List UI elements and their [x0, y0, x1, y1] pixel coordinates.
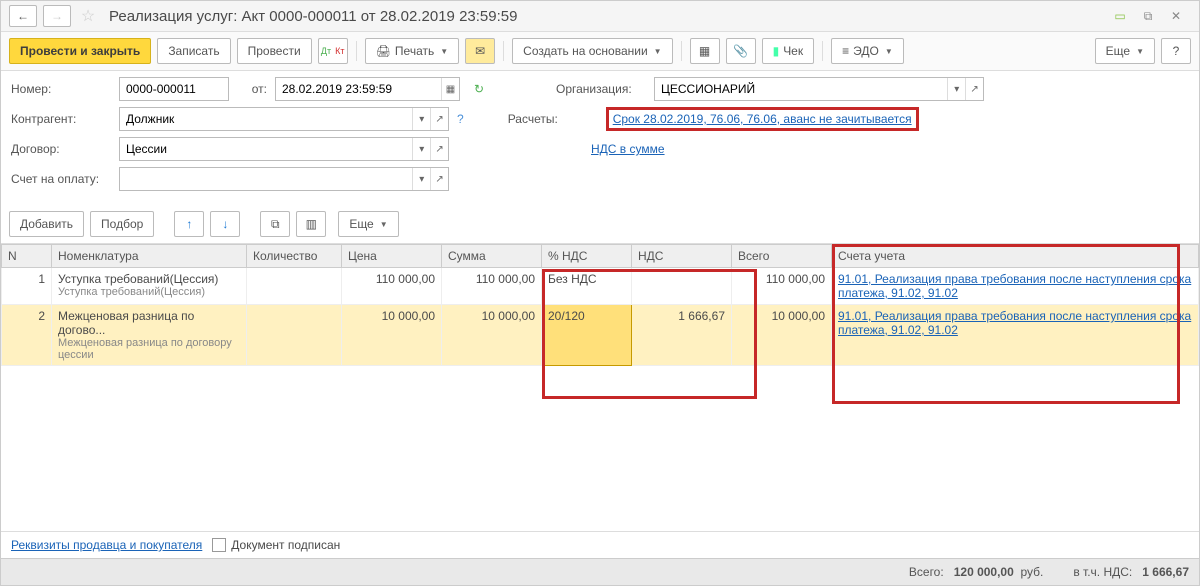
- back-button[interactable]: ←: [9, 5, 37, 27]
- close-icon[interactable]: ✕: [1165, 5, 1187, 27]
- number-label: Номер:: [11, 82, 111, 96]
- struct-button[interactable]: ▦: [690, 38, 720, 64]
- save-button[interactable]: Записать: [157, 38, 230, 64]
- calendar-icon[interactable]: ▦: [441, 78, 459, 100]
- star-icon[interactable]: ☆: [77, 5, 99, 27]
- chevron-down-icon[interactable]: ▾: [412, 138, 430, 160]
- contract-label: Договор:: [11, 142, 111, 156]
- main-toolbar: Провести и закрыть Записать Провести ДтК…: [1, 32, 1199, 71]
- titlebar: ← → ☆ Реализация услуг: Акт 0000-000011 …: [1, 1, 1199, 32]
- date-input[interactable]: ▦: [275, 77, 460, 101]
- move-up-button[interactable]: ↑: [174, 211, 204, 237]
- select-items-button[interactable]: Подбор: [90, 211, 154, 237]
- col-n[interactable]: N: [2, 245, 52, 268]
- invoice-label: Счет на оплату:: [11, 172, 111, 186]
- edo-button[interactable]: ≡ЭДО▼: [831, 38, 904, 64]
- counter-input[interactable]: ▾↗: [119, 107, 449, 131]
- acct-link[interactable]: 91.01, Реализация права требования после…: [838, 309, 1191, 337]
- window-title: Реализация услуг: Акт 0000-000011 от 28.…: [109, 8, 1103, 25]
- printer-icon: 🖨: [376, 44, 391, 58]
- counter-label: Контрагент:: [11, 112, 111, 126]
- col-acct[interactable]: Счета учета: [832, 245, 1199, 268]
- check-button[interactable]: ▮Чек: [762, 38, 815, 64]
- table-row[interactable]: 1 Уступка требований(Цессия)Уступка треб…: [2, 268, 1199, 305]
- help-button[interactable]: ?: [1161, 38, 1191, 64]
- refresh-icon[interactable]: ↻: [468, 78, 490, 100]
- col-price[interactable]: Цена: [342, 245, 442, 268]
- table-toolbar: Добавить Подбор ↑ ↓ ⧉ ▥ Еще▼: [1, 205, 1199, 243]
- open-icon[interactable]: ↗: [430, 138, 448, 160]
- more-button[interactable]: Еще▼: [1095, 38, 1155, 64]
- open-icon[interactable]: ↗: [430, 108, 448, 130]
- attach-button[interactable]: 📎: [726, 38, 756, 64]
- col-total[interactable]: Всего: [732, 245, 832, 268]
- org-input[interactable]: ▾↗: [654, 77, 984, 101]
- invoice-input[interactable]: ▾↗: [119, 167, 449, 191]
- create-based-button[interactable]: Создать на основании▼: [512, 38, 672, 64]
- print-button[interactable]: 🖨Печать▼: [365, 38, 459, 64]
- calc-highlight: Срок 28.02.2019, 76.06, 76.06, аванс не …: [606, 107, 919, 131]
- dt-kt-button[interactable]: ДтКт: [318, 38, 348, 64]
- forward-button[interactable]: →: [43, 5, 71, 27]
- mail-button[interactable]: ✉: [465, 38, 495, 64]
- open-icon[interactable]: ↗: [965, 78, 983, 100]
- col-nomen[interactable]: Номенклатура: [52, 245, 247, 268]
- open-icon[interactable]: ↗: [430, 168, 448, 190]
- from-label: от:: [237, 82, 267, 96]
- chevron-down-icon[interactable]: ▾: [412, 168, 430, 190]
- grid[interactable]: N Номенклатура Количество Цена Сумма % Н…: [1, 243, 1199, 531]
- acct-link[interactable]: 91.01, Реализация права требования после…: [838, 272, 1191, 300]
- col-sum[interactable]: Сумма: [442, 245, 542, 268]
- col-qty[interactable]: Количество: [247, 245, 342, 268]
- calc-link[interactable]: Срок 28.02.2019, 76.06, 76.06, аванс не …: [613, 112, 912, 126]
- copy-button[interactable]: ⧉: [260, 211, 290, 237]
- doc-signed-checkbox[interactable]: Документ подписан: [212, 538, 340, 552]
- receipt-icon: ▮: [773, 44, 780, 58]
- paste-button[interactable]: ▥: [296, 211, 326, 237]
- requisites-link[interactable]: Реквизиты продавца и покупателя: [11, 538, 202, 552]
- contract-input[interactable]: ▾↗: [119, 137, 449, 161]
- move-down-button[interactable]: ↓: [210, 211, 240, 237]
- org-label: Организация:: [556, 82, 646, 96]
- post-and-close-button[interactable]: Провести и закрыть: [9, 38, 151, 64]
- col-vat[interactable]: НДС: [632, 245, 732, 268]
- chevron-down-icon[interactable]: ▾: [947, 78, 965, 100]
- calc-label: Расчеты:: [508, 112, 598, 126]
- add-row-button[interactable]: Добавить: [9, 211, 84, 237]
- form-area: Номер: от: ▦ ↻ Организация: ▾↗ Контраген…: [1, 71, 1199, 205]
- vat-mode-link[interactable]: НДС в сумме: [591, 142, 665, 156]
- vat-rate-cell-editing[interactable]: 20/120: [542, 305, 632, 366]
- footer: Реквизиты продавца и покупателя Документ…: [1, 531, 1199, 558]
- post-button[interactable]: Провести: [237, 38, 312, 64]
- table-more-button[interactable]: Еще▼: [338, 211, 398, 237]
- detach-icon[interactable]: ⧉: [1137, 5, 1159, 27]
- edo-icon: ≡: [842, 44, 849, 58]
- chevron-down-icon[interactable]: ▾: [412, 108, 430, 130]
- note-icon[interactable]: ▭: [1109, 5, 1131, 27]
- help-small-icon[interactable]: ?: [457, 112, 464, 126]
- col-vatp[interactable]: % НДС: [542, 245, 632, 268]
- statusbar: Всего: 120 000,00 руб. в т.ч. НДС: 1 666…: [1, 558, 1199, 585]
- number-input[interactable]: [119, 77, 229, 101]
- table-row[interactable]: 2 Межценовая разница по догово...Межцено…: [2, 305, 1199, 366]
